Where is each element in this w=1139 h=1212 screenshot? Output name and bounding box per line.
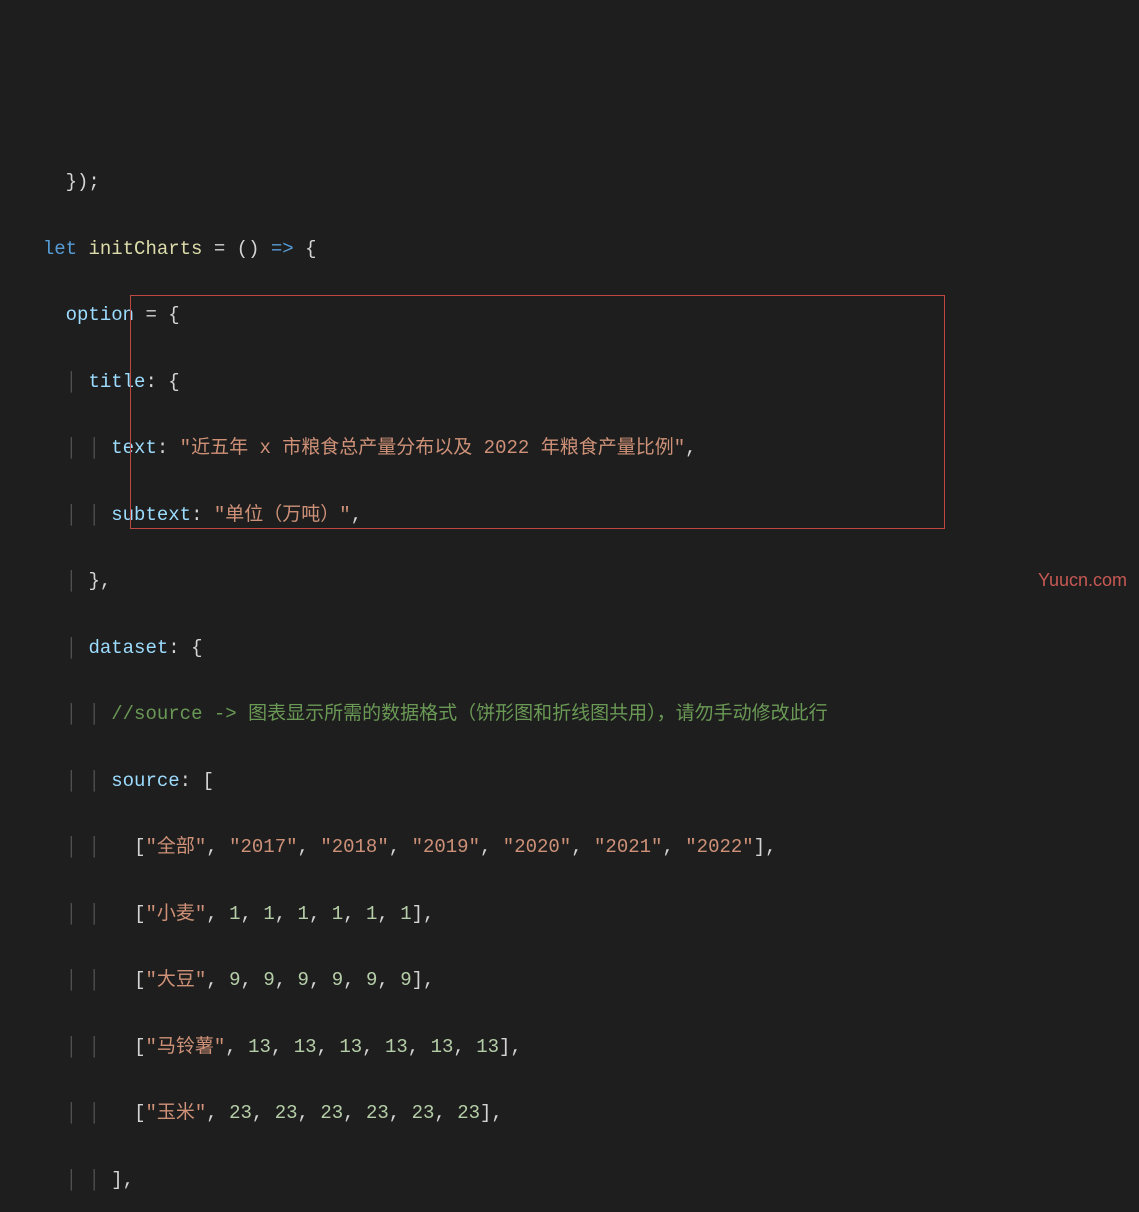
- code-line: │ │ ["大豆", 9, 9, 9, 9, 9, 9],: [20, 964, 1139, 997]
- code-editor[interactable]: }); let initCharts = () => { option = { …: [0, 133, 1139, 1212]
- code-line: });: [20, 166, 1139, 199]
- code-line: │ │ text: "近五年 x 市粮食总产量分布以及 2022 年粮食产量比例…: [20, 432, 1139, 465]
- code-line: │ dataset: {: [20, 632, 1139, 665]
- code-line: │ │ //source -> 图表显示所需的数据格式（饼形图和折线图共用），请…: [20, 698, 1139, 731]
- code-line: │ │ ["马铃薯", 13, 13, 13, 13, 13, 13],: [20, 1031, 1139, 1064]
- code-line: option = {: [20, 299, 1139, 332]
- code-line: │ │ ],: [20, 1164, 1139, 1197]
- code-line: let initCharts = () => {: [20, 233, 1139, 266]
- code-line: │ title: {: [20, 366, 1139, 399]
- code-line: │ │ ["全部", "2017", "2018", "2019", "2020…: [20, 831, 1139, 864]
- code-line: │ │ subtext: "单位（万吨）",: [20, 499, 1139, 532]
- code-line: │ },: [20, 565, 1139, 598]
- code-line: │ │ ["小麦", 1, 1, 1, 1, 1, 1],: [20, 898, 1139, 931]
- watermark: Yuucn.com: [1038, 565, 1127, 597]
- code-line: │ │ source: [: [20, 765, 1139, 798]
- code-line: │ │ ["玉米", 23, 23, 23, 23, 23, 23],: [20, 1097, 1139, 1130]
